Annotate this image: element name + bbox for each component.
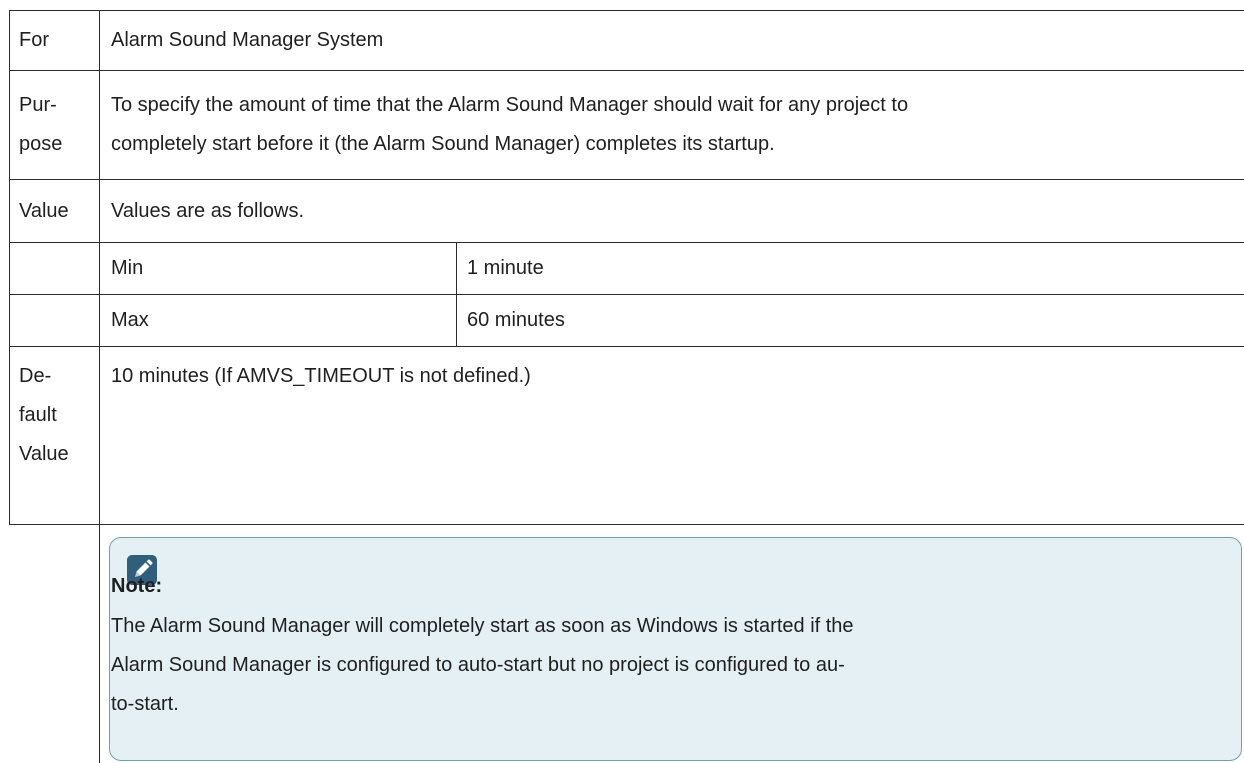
row-label-for: For [19, 29, 49, 51]
row-divider [9, 242, 1244, 243]
row-divider [9, 179, 1244, 180]
note-title: Note: [111, 575, 163, 597]
row-label-default-line2: fault [19, 404, 57, 426]
subrow-label-max: Max [111, 309, 149, 331]
row-divider [9, 70, 1244, 71]
row-divider [9, 524, 1244, 525]
note-body-line: to-start. [111, 693, 179, 715]
row-value-purpose-line1: To specify the amount of time that the A… [111, 94, 909, 116]
table-border-left [9, 10, 10, 524]
row-divider [9, 346, 1244, 347]
subrow-value-max: 60 minutes [467, 309, 565, 331]
note-body-line: Alarm Sound Manager is configured to aut… [111, 654, 845, 676]
row-value-default: 10 minutes (If AMVS_TIMEOUT is not defin… [111, 365, 531, 387]
row-label-default-line3: Value [19, 443, 69, 465]
subrow-label-min: Min [111, 257, 144, 279]
row-value-value: Values are as follows. [111, 200, 305, 222]
table-border-top [9, 10, 1244, 11]
note-body-line: The Alarm Sound Manager will completely … [111, 615, 854, 637]
properties-table: For Alarm Sound Manager System Pur- pose… [0, 0, 1244, 763]
note-body: The Alarm Sound Manager will completely … [111, 607, 1211, 724]
row-label-value: Value [19, 200, 69, 222]
row-label-purpose-line2: pose [19, 133, 63, 155]
row-value-purpose-line2: completely start before it (the Alarm So… [111, 133, 775, 155]
label-column-divider [99, 10, 100, 763]
value-column-divider [456, 242, 457, 346]
row-label-purpose-line1: Pur- [19, 94, 57, 116]
row-label-default-line1: De- [19, 365, 52, 387]
subrow-value-min: 1 minute [467, 257, 544, 279]
row-value-for: Alarm Sound Manager System [111, 29, 384, 51]
row-divider [9, 294, 1244, 295]
